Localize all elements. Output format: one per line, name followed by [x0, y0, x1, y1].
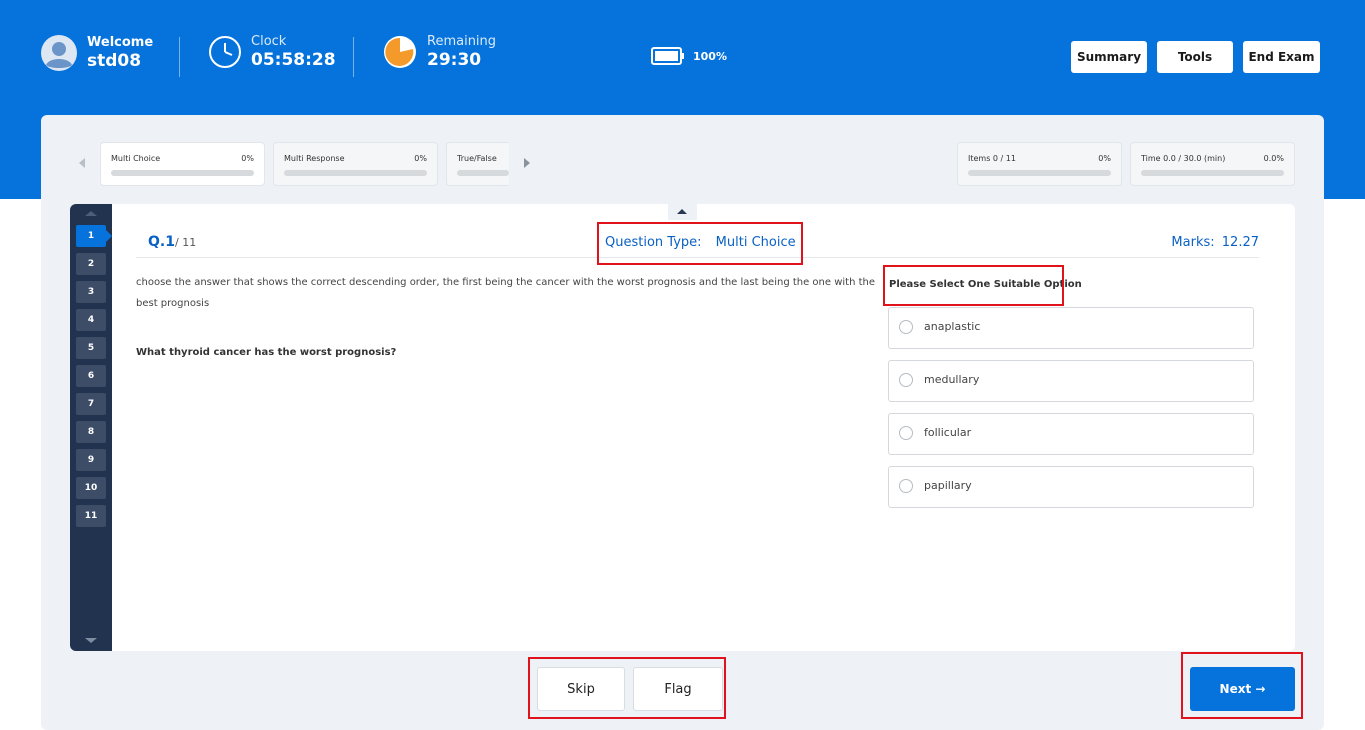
progress-multi-choice[interactable]: Multi Choice 0% [100, 142, 265, 186]
progress-multi-response[interactable]: Multi Response 0% [273, 142, 438, 186]
end-exam-button[interactable]: End Exam [1243, 41, 1320, 73]
header-divider [179, 37, 180, 77]
radio-button[interactable] [899, 373, 913, 387]
remaining-value: 29:30 [427, 50, 482, 70]
option-follicular[interactable]: follicular [888, 413, 1254, 455]
nav-scroll-up-icon[interactable] [85, 211, 97, 216]
next-button[interactable]: Next → [1190, 667, 1295, 711]
question-nav-item[interactable]: 10 [76, 477, 106, 499]
clock-block: Clock 05:58:28 [208, 34, 336, 70]
question-nav-item[interactable]: 3 [76, 281, 106, 303]
select-hint: Please Select One Suitable Option [889, 279, 1082, 290]
option-anaplastic[interactable]: anaplastic [888, 307, 1254, 349]
option-label: medullary [924, 373, 980, 386]
question-type-value: Multi Choice [715, 235, 796, 250]
progress-label: Multi Response [284, 154, 345, 163]
welcome-label: Welcome [87, 35, 154, 50]
progress-track [111, 170, 254, 176]
progress-track [284, 170, 427, 176]
question-nav-item[interactable]: 6 [76, 365, 106, 387]
question-prompt: What thyroid cancer has the worst progno… [136, 347, 397, 358]
summary-button[interactable]: Summary [1071, 41, 1147, 73]
question-type: Question Type: Multi Choice [605, 235, 796, 250]
progress-track [457, 170, 509, 176]
question-nav-item[interactable]: 1 [76, 225, 106, 247]
items-label: Items 0 / 11 [968, 154, 1016, 163]
radio-button[interactable] [899, 320, 913, 334]
time-value: 0.0% [1263, 154, 1284, 163]
progress-track [968, 170, 1111, 176]
option-label: papillary [924, 479, 972, 492]
battery-icon [651, 47, 684, 65]
marks-value: 12.27 [1221, 235, 1259, 250]
clock-label: Clock [251, 34, 287, 49]
battery-block: 100% [651, 47, 727, 65]
time-label: Time 0.0 / 30.0 (min) [1141, 154, 1226, 163]
header-divider [353, 37, 354, 77]
user-avatar-icon [41, 35, 77, 71]
progress-value: 0% [241, 154, 254, 163]
option-label: follicular [924, 426, 972, 439]
question-nav-item[interactable]: 8 [76, 421, 106, 443]
question-type-label: Question Type: [605, 235, 702, 250]
skip-button[interactable]: Skip [537, 667, 625, 711]
remaining-block: Remaining 29:30 [383, 34, 496, 70]
option-papillary[interactable]: papillary [888, 466, 1254, 508]
progress-true-false[interactable]: True/False [446, 142, 509, 186]
radio-button[interactable] [899, 479, 913, 493]
flag-button[interactable]: Flag [633, 667, 723, 711]
question-number: Q.1 [148, 234, 175, 250]
option-label: anaplastic [924, 320, 981, 333]
question-nav-item[interactable]: 11 [76, 505, 106, 527]
question-nav-item[interactable]: 4 [76, 309, 106, 331]
clock-icon [209, 36, 241, 68]
question-nav-item[interactable]: 9 [76, 449, 106, 471]
question-nav-item[interactable]: 5 [76, 337, 106, 359]
progress-label: Multi Choice [111, 154, 161, 163]
header-divider-line [136, 257, 1259, 258]
items-value: 0% [1098, 154, 1111, 163]
progress-track [1141, 170, 1284, 176]
remaining-timer-icon [384, 36, 416, 68]
tools-button[interactable]: Tools [1157, 41, 1233, 73]
question-instructions: choose the answer that shows the correct… [136, 277, 876, 309]
marks-label: Marks: [1171, 235, 1215, 250]
battery-percent: 100% [693, 49, 727, 63]
progress-value: 0% [414, 154, 427, 163]
progress-label: True/False [457, 154, 497, 163]
radio-button[interactable] [899, 426, 913, 440]
option-medullary[interactable]: medullary [888, 360, 1254, 402]
question-nav-item[interactable]: 7 [76, 393, 106, 415]
username: std08 [87, 51, 142, 71]
welcome-block: Welcome std08 [40, 34, 153, 72]
progress-next-arrow-icon[interactable] [524, 158, 530, 168]
progress-items: Items 0 / 11 0% [957, 142, 1122, 186]
question-total: / 11 [175, 236, 197, 249]
question-nav-item[interactable]: 2 [76, 253, 106, 275]
progress-time: Time 0.0 / 30.0 (min) 0.0% [1130, 142, 1295, 186]
collapse-tab[interactable] [668, 204, 697, 220]
progress-prev-arrow-icon[interactable] [79, 158, 85, 168]
remaining-label: Remaining [427, 34, 497, 49]
clock-value: 05:58:28 [251, 50, 336, 70]
collapse-arrow-icon [677, 209, 687, 214]
question-marks: Marks: 12.27 [1171, 235, 1259, 250]
nav-scroll-down-icon[interactable] [85, 638, 97, 643]
